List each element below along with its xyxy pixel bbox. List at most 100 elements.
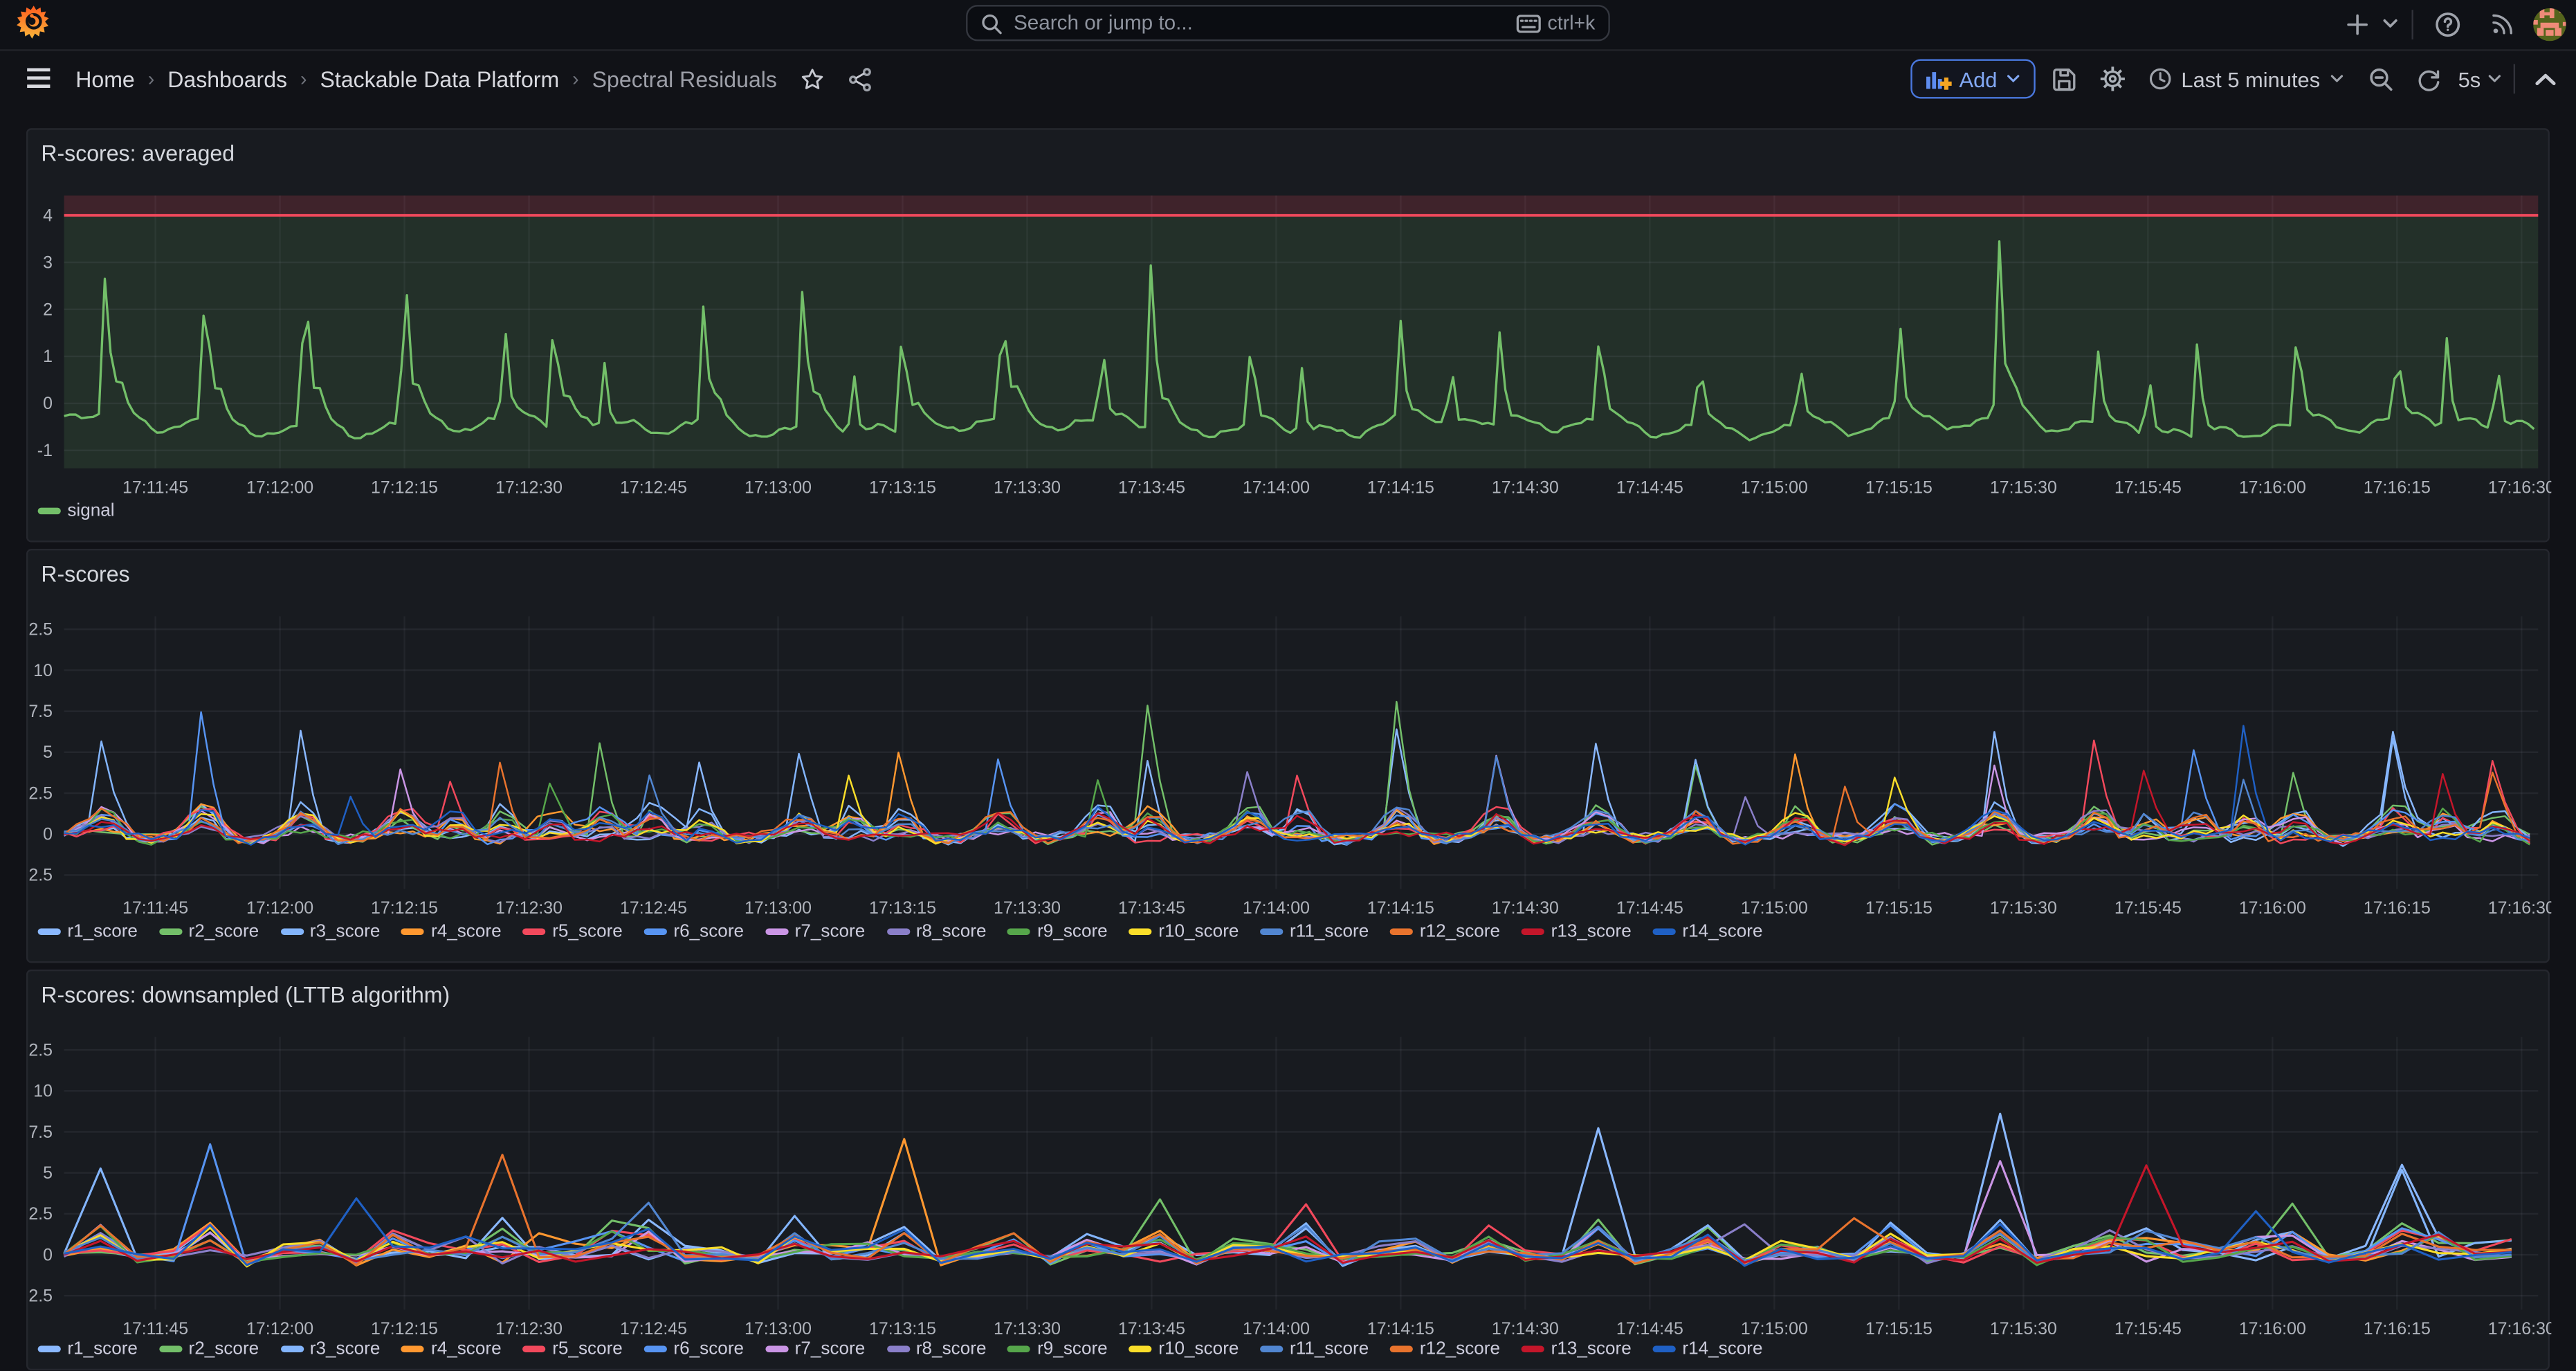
menu-icon[interactable] — [26, 66, 51, 88]
legend-item[interactable]: r10_score — [1129, 922, 1239, 941]
time-range-label: Last 5 minutes — [2181, 66, 2320, 91]
legend-label: r11_score — [1290, 922, 1369, 941]
legend-swatch — [38, 1346, 61, 1352]
legend-swatch — [765, 928, 788, 934]
zoom-out-button[interactable] — [2363, 61, 2399, 97]
chevron-down-icon — [2487, 74, 2502, 84]
save-button[interactable] — [2047, 61, 2083, 97]
legend-swatch — [522, 1346, 545, 1352]
chart-canvas-rscores[interactable]: 12.5107.552.50-2.517:11:4517:12:0017:12:… — [28, 550, 2551, 918]
chart-canvas-downsampled[interactable]: 12.5107.552.50-2.517:11:4517:12:0017:12:… — [28, 971, 2551, 1339]
svg-text:17:16:15: 17:16:15 — [2364, 898, 2431, 918]
legend-swatch — [522, 928, 545, 934]
breadcrumb-folder[interactable]: Stackable Data Platform — [320, 66, 560, 91]
legend-item[interactable]: r4_score — [401, 1339, 501, 1359]
legend-swatch — [38, 928, 61, 934]
breadcrumb-separator: › — [148, 67, 154, 90]
svg-text:-2.5: -2.5 — [28, 866, 53, 885]
chevron-up-icon — [2534, 71, 2555, 86]
help-button[interactable] — [2430, 0, 2466, 48]
grafana-logo-icon[interactable] — [15, 5, 53, 43]
dashboard-settings-button[interactable] — [2094, 61, 2130, 97]
breadcrumb-dashboards[interactable]: Dashboards — [167, 66, 287, 91]
legend-item[interactable]: r13_score — [1522, 1339, 1632, 1359]
legend-item[interactable]: r5_score — [522, 1339, 622, 1359]
legend-item[interactable]: r7_score — [765, 922, 865, 941]
legend-item[interactable]: r11_score — [1260, 1339, 1369, 1359]
svg-text:0: 0 — [43, 825, 53, 844]
svg-text:17:14:30: 17:14:30 — [1492, 898, 1559, 918]
grafana-dashboard: Search or jump to... ctrl+k — [0, 0, 2576, 1371]
legend-swatch — [644, 928, 667, 934]
legend-label: r2_score — [189, 1339, 259, 1359]
new-menu-toggle[interactable] — [2372, 0, 2408, 48]
legend-label: r9_score — [1037, 1339, 1108, 1359]
svg-text:17:14:45: 17:14:45 — [1616, 898, 1683, 918]
clock-icon — [2148, 67, 2171, 90]
svg-text:17:15:30: 17:15:30 — [1990, 478, 2057, 497]
legend-label: r7_score — [795, 922, 866, 941]
legend-item[interactable]: r3_score — [280, 922, 380, 941]
legend-item[interactable]: r7_score — [765, 1339, 865, 1359]
new-button[interactable] — [2339, 0, 2375, 48]
svg-text:17:15:15: 17:15:15 — [1865, 478, 1933, 497]
legend-item[interactable]: r1_score — [38, 1339, 138, 1359]
refresh-interval-picker[interactable]: 5s — [2458, 61, 2502, 97]
svg-text:17:13:45: 17:13:45 — [1118, 1319, 1185, 1338]
legend-item[interactable]: r2_score — [159, 1339, 259, 1359]
legend-item[interactable]: r6_score — [644, 922, 744, 941]
legend-item[interactable]: r2_score — [159, 922, 259, 941]
legend-item[interactable]: r9_score — [1007, 1339, 1107, 1359]
breadcrumb-current: Spectral Residuals — [592, 66, 777, 91]
svg-text:17:12:00: 17:12:00 — [246, 1319, 313, 1338]
svg-text:17:16:30: 17:16:30 — [2488, 898, 2552, 918]
legend-item[interactable]: r14_score — [1653, 922, 1763, 941]
svg-text:2.5: 2.5 — [28, 783, 53, 803]
legend-item[interactable]: r12_score — [1390, 1339, 1500, 1359]
legend-swatch — [159, 928, 182, 934]
svg-text:5: 5 — [43, 1163, 53, 1183]
legend-item[interactable]: r12_score — [1390, 922, 1500, 941]
legend-item[interactable]: r4_score — [401, 922, 501, 941]
legend-label: r12_score — [1420, 922, 1500, 941]
svg-text:17:15:45: 17:15:45 — [2114, 478, 2182, 497]
breadcrumb-separator: › — [572, 67, 578, 90]
legend-swatch — [280, 928, 303, 934]
collapse-toolbar-button[interactable] — [2527, 61, 2563, 97]
legend-item[interactable]: r8_score — [886, 1339, 986, 1359]
share-button[interactable] — [848, 66, 873, 91]
chart-canvas-averaged[interactable]: 43210-117:11:4517:12:0017:12:1517:12:301… — [28, 130, 2551, 498]
legend-item[interactable]: r5_score — [522, 922, 622, 941]
svg-text:17:16:30: 17:16:30 — [2488, 1319, 2552, 1338]
add-button[interactable]: Add — [1910, 59, 2035, 98]
legend-item[interactable]: r1_score — [38, 922, 138, 941]
legend-item[interactable]: signal — [38, 501, 115, 520]
news-button[interactable] — [2484, 0, 2520, 48]
legend-swatch — [1522, 928, 1544, 934]
svg-text:17:13:30: 17:13:30 — [994, 898, 1061, 918]
breadcrumb-home[interactable]: Home — [75, 66, 135, 91]
svg-text:17:16:00: 17:16:00 — [2239, 1319, 2306, 1338]
svg-text:17:13:00: 17:13:00 — [745, 478, 812, 497]
refresh-button[interactable] — [2411, 61, 2447, 97]
legend-item[interactable]: r9_score — [1007, 922, 1107, 941]
legend-label: r8_score — [916, 922, 987, 941]
star-button[interactable] — [800, 66, 825, 91]
legend-item[interactable]: r14_score — [1653, 1339, 1763, 1359]
search-input[interactable]: Search or jump to... ctrl+k — [966, 5, 1610, 41]
legend-swatch — [1260, 1346, 1283, 1352]
avatar[interactable] — [2533, 8, 2566, 40]
legend-item[interactable]: r3_score — [280, 1339, 380, 1359]
svg-text:17:11:45: 17:11:45 — [122, 898, 188, 918]
legend-item[interactable]: r13_score — [1522, 922, 1632, 941]
legend-item[interactable]: r10_score — [1129, 1339, 1239, 1359]
time-range-picker[interactable]: Last 5 minutes — [2141, 61, 2351, 97]
plus-icon — [2346, 12, 2369, 35]
svg-text:-2.5: -2.5 — [28, 1287, 53, 1306]
svg-text:17:15:45: 17:15:45 — [2114, 1319, 2182, 1338]
panel-r-scores: R-scores 12.5107.552.50-2.517:11:4517:12… — [26, 549, 2550, 963]
svg-text:10: 10 — [33, 1082, 53, 1101]
legend-item[interactable]: r11_score — [1260, 922, 1369, 941]
legend-item[interactable]: r8_score — [886, 922, 986, 941]
legend-item[interactable]: r6_score — [644, 1339, 744, 1359]
